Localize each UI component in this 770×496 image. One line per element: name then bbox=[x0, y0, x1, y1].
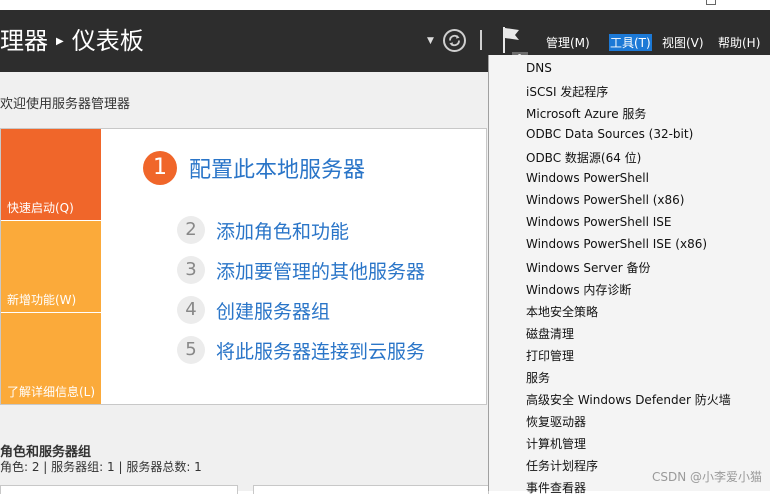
tools-item-odbc-32[interactable]: ODBC Data Sources (32-bit) bbox=[526, 127, 693, 141]
menu-manage[interactable]: 管理(M) bbox=[546, 34, 590, 51]
step-link[interactable]: 创建服务器组 bbox=[216, 297, 330, 324]
tools-item-services[interactable]: 服务 bbox=[526, 369, 550, 386]
tile-learn-more[interactable]: 了解详细信息(L) bbox=[1, 313, 101, 404]
window-top-strip bbox=[0, 0, 770, 10]
menu-help[interactable]: 帮助(H) bbox=[718, 34, 760, 51]
step-number: 1 bbox=[143, 151, 177, 185]
step-add-servers[interactable]: 3 添加要管理的其他服务器 bbox=[177, 256, 425, 284]
tile-new-features[interactable]: 新增功能(W) bbox=[1, 221, 101, 312]
tools-item-computer-management[interactable]: 计算机管理 bbox=[526, 435, 586, 452]
window-control-icon[interactable] bbox=[706, 0, 716, 5]
step-number: 5 bbox=[177, 336, 205, 364]
tools-item-event-viewer[interactable]: 事件查看器 bbox=[526, 479, 586, 496]
tools-item-memory-diagnostic[interactable]: Windows 内存诊断 bbox=[526, 281, 631, 298]
tile-quick-start-label: 快速启动(Q) bbox=[7, 201, 74, 215]
step-link[interactable]: 配置此本地服务器 bbox=[189, 152, 365, 184]
step-connect-cloud[interactable]: 5 将此服务器连接到云服务 bbox=[177, 336, 425, 364]
tools-item-server-backup[interactable]: Windows Server 备份 bbox=[526, 259, 651, 276]
tile-new-features-label: 新增功能(W) bbox=[7, 293, 77, 307]
step-link[interactable]: 添加要管理的其他服务器 bbox=[216, 257, 425, 284]
menu-tools[interactable]: 工具(T) bbox=[609, 34, 652, 51]
breadcrumb-separator-icon: ▶ bbox=[56, 36, 64, 47]
tools-item-powershell-x86[interactable]: Windows PowerShell (x86) bbox=[526, 193, 684, 207]
step-number: 2 bbox=[177, 216, 205, 244]
role-tile[interactable] bbox=[253, 485, 489, 494]
step-configure-local-server[interactable]: 1 配置此本地服务器 bbox=[143, 151, 365, 185]
watermark: CSDN @小李爱小猫 bbox=[651, 470, 762, 484]
step-number: 3 bbox=[177, 256, 205, 284]
page-title: 仪表板 bbox=[71, 27, 144, 55]
refresh-icon[interactable] bbox=[443, 29, 466, 52]
tools-dropdown-menu: DNS iSCSI 发起程序 Microsoft Azure 服务 ODBC D… bbox=[488, 55, 770, 495]
step-link[interactable]: 添加角色和功能 bbox=[216, 217, 349, 244]
tools-item-powershell[interactable]: Windows PowerShell bbox=[526, 171, 649, 185]
role-tile[interactable] bbox=[0, 485, 238, 494]
tools-item-azure-services[interactable]: Microsoft Azure 服务 bbox=[526, 105, 646, 122]
breadcrumb: 理器 ▶ 仪表板 bbox=[0, 25, 144, 58]
step-link[interactable]: 将此服务器连接到云服务 bbox=[216, 337, 425, 364]
welcome-heading: 欢迎使用服务器管理器 bbox=[0, 97, 131, 112]
menu-view[interactable]: 视图(V) bbox=[662, 34, 704, 51]
step-create-group[interactable]: 4 创建服务器组 bbox=[177, 296, 330, 324]
step-number: 4 bbox=[177, 296, 205, 324]
tools-item-powershell-ise-x86[interactable]: Windows PowerShell ISE (x86) bbox=[526, 237, 707, 251]
tools-item-recovery-drive[interactable]: 恢复驱动器 bbox=[526, 413, 586, 430]
tools-item-disk-cleanup[interactable]: 磁盘清理 bbox=[526, 325, 574, 342]
tools-item-dns[interactable]: DNS bbox=[526, 61, 552, 75]
tools-item-defender-firewall[interactable]: 高级安全 Windows Defender 防火墙 bbox=[526, 391, 731, 408]
tools-item-task-scheduler[interactable]: 任务计划程序 bbox=[526, 457, 598, 474]
roles-section-stats: 角色: 2 | 服务器组: 1 | 服务器总数: 1 bbox=[0, 460, 202, 474]
tools-item-print-management[interactable]: 打印管理 bbox=[526, 347, 574, 364]
tile-learn-more-label: 了解详细信息(L) bbox=[7, 385, 96, 399]
toolbar-divider bbox=[480, 30, 482, 50]
notification-flag-icon[interactable] bbox=[502, 26, 522, 54]
tools-item-iscsi-initiator[interactable]: iSCSI 发起程序 bbox=[526, 83, 608, 100]
step-add-roles[interactable]: 2 添加角色和功能 bbox=[177, 216, 349, 244]
tools-item-local-security-policy[interactable]: 本地安全策略 bbox=[526, 303, 598, 320]
tools-item-powershell-ise[interactable]: Windows PowerShell ISE bbox=[526, 215, 672, 229]
tools-item-odbc-64[interactable]: ODBC 数据源(64 位) bbox=[526, 149, 641, 166]
history-dropdown-icon[interactable]: ▼ bbox=[427, 36, 434, 46]
tile-quick-start[interactable]: 快速启动(Q) bbox=[1, 129, 101, 220]
app-title: 理器 bbox=[0, 27, 48, 55]
welcome-panel: 快速启动(Q) 新增功能(W) 了解详细信息(L) 1 配置此本地服务器 2 添… bbox=[0, 128, 487, 405]
